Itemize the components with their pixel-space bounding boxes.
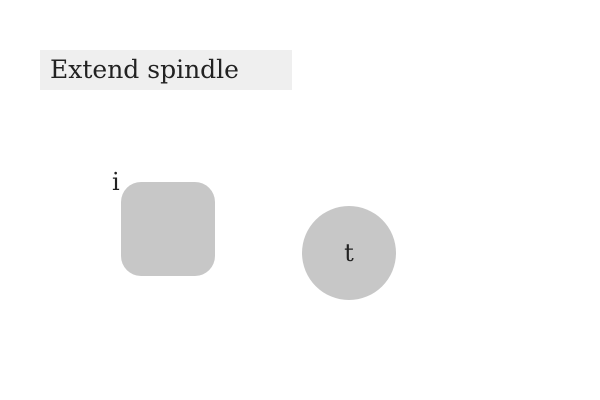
circle-shape[interactable]: t bbox=[302, 206, 396, 300]
circle-label: t bbox=[344, 239, 354, 267]
rounded-square-shape[interactable] bbox=[121, 182, 215, 276]
square-label: i bbox=[112, 168, 120, 196]
instruction-label: Extend spindle bbox=[40, 50, 292, 90]
